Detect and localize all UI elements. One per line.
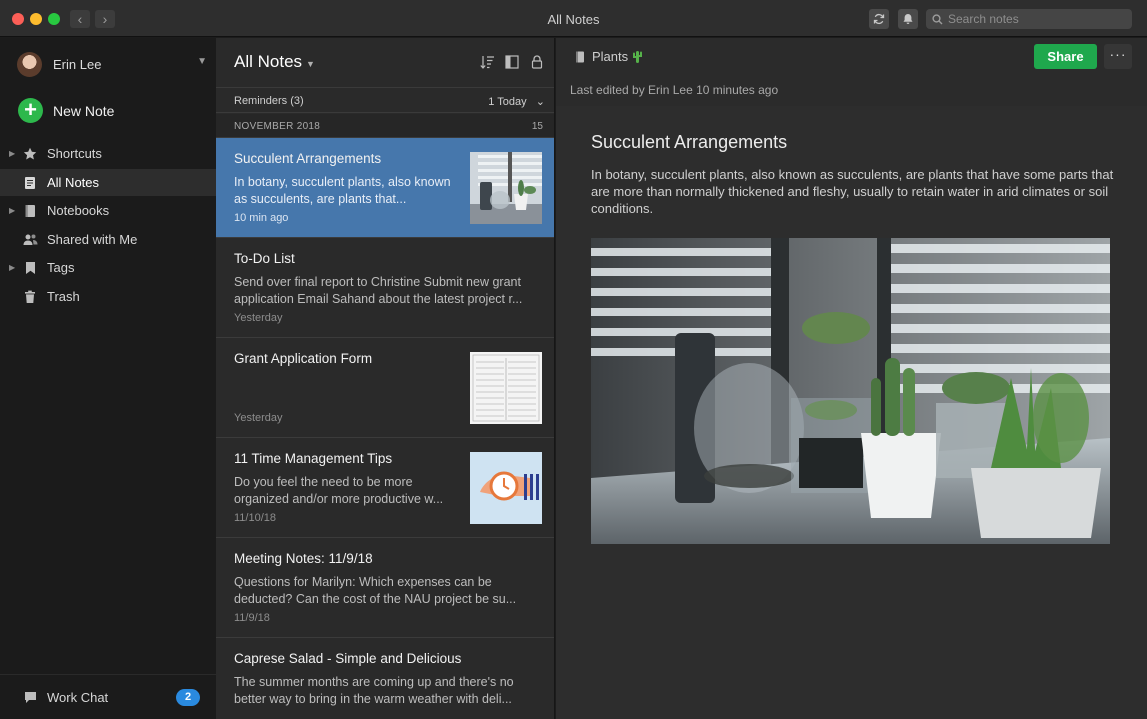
- note-date: 11/10/18: [234, 512, 277, 524]
- people-icon: [22, 232, 38, 248]
- note-title: Succulent Arrangements: [234, 151, 382, 166]
- note-editor: Plants Share ··· Last edited by Erin Lee…: [556, 38, 1147, 719]
- note-document[interactable]: Succulent Arrangements In botany, succul…: [556, 106, 1147, 719]
- bell-icon: [903, 14, 913, 24]
- avatar: [17, 51, 42, 77]
- account-switcher[interactable]: Erin Lee ▼: [17, 51, 207, 77]
- note-thumbnail: [470, 352, 542, 424]
- trash-icon: [22, 289, 38, 305]
- month-header: NOVEMBER 2018 15: [216, 114, 554, 138]
- sidebar-item-shared-with-me[interactable]: ▶ Shared with Me: [0, 226, 216, 253]
- sidebar-item-label: Tags: [47, 260, 75, 275]
- note-date: 11/9/18: [234, 612, 270, 624]
- note-card[interactable]: Caprese Salad - Simple and Delicious The…: [216, 638, 554, 719]
- lock-button[interactable]: [529, 54, 545, 70]
- note-list-header: All Notes ▼: [216, 38, 554, 88]
- note-list: All Notes ▼ Reminders (3) 1 Today ⌄ NOVEM…: [216, 38, 555, 719]
- sync-icon: [873, 13, 885, 25]
- work-chat-button[interactable]: Work Chat 2: [0, 674, 216, 719]
- sidebar-item-tags[interactable]: ▶ Tags: [0, 254, 216, 281]
- note-card[interactable]: 11 Time Management Tips Do you feel the …: [216, 438, 554, 538]
- note-list-title[interactable]: All Notes ▼: [234, 52, 315, 72]
- work-chat-label: Work Chat: [47, 689, 109, 705]
- sidebar-item-shortcuts[interactable]: ▶ Shortcuts: [0, 140, 216, 167]
- note-title: 11 Time Management Tips: [234, 451, 393, 466]
- note-title: Meeting Notes: 11/9/18: [234, 551, 373, 566]
- note-doc-body[interactable]: In botany, succulent plants, also known …: [591, 166, 1116, 217]
- succulents-photo[interactable]: [591, 238, 1110, 544]
- more-options-button[interactable]: ···: [1104, 44, 1132, 69]
- star-icon: [22, 146, 38, 162]
- caret-right-icon[interactable]: ▶: [9, 206, 19, 215]
- note-card[interactable]: Grant Application Form Yesterday: [216, 338, 554, 438]
- reminders-bar[interactable]: Reminders (3) 1 Today ⌄: [216, 88, 554, 113]
- sort-icon: [479, 56, 494, 69]
- work-chat-badge: 2: [176, 689, 200, 706]
- sidebar-item-label: Trash: [47, 289, 80, 304]
- note-thumbnail: [470, 452, 542, 524]
- chevron-down-icon: ▼: [306, 59, 315, 69]
- view-options-button[interactable]: [504, 54, 520, 70]
- sidebar-item-all-notes[interactable]: ▶ All Notes: [0, 169, 216, 196]
- note-icon: [22, 175, 38, 191]
- note-snippet: Questions for Marilyn: Which expenses ca…: [234, 575, 517, 606]
- chat-icon: [22, 689, 38, 705]
- user-name: Erin Lee: [53, 56, 102, 72]
- reminders-today: 1 Today ⌄: [488, 96, 545, 108]
- new-note-button[interactable]: + New Note: [18, 98, 114, 123]
- sidebar: Erin Lee ▼ + New Note ▶ Shortcuts ▶ All …: [0, 38, 216, 719]
- title-bar: ‹ › All Notes: [0, 0, 1147, 37]
- note-title: Grant Application Form: [234, 351, 373, 366]
- note-card[interactable]: Meeting Notes: 11/9/18 Questions for Mar…: [216, 538, 554, 638]
- note-snippet: The summer months are coming up and ther…: [234, 675, 514, 706]
- notebook-icon: [22, 203, 38, 219]
- note-doc-title[interactable]: Succulent Arrangements: [591, 132, 787, 153]
- month-label: NOVEMBER 2018: [234, 121, 321, 132]
- note-card[interactable]: To-Do List Send over final report to Chr…: [216, 238, 554, 338]
- note-date: Yesterday: [234, 312, 283, 324]
- note-snippet: Send over final report to Christine Subm…: [234, 275, 523, 306]
- sidebar-item-label: All Notes: [47, 175, 100, 190]
- chevron-down-icon: ▼: [197, 56, 207, 67]
- layout-icon: [505, 55, 519, 69]
- note-snippet: In botany, succulent plants, also known …: [234, 175, 451, 206]
- note-snippet: [234, 374, 464, 408]
- cactus-icon: [633, 51, 643, 63]
- note-date: Yesterday: [234, 412, 283, 424]
- caret-right-icon[interactable]: ▶: [9, 263, 19, 272]
- note-card[interactable]: Succulent Arrangements In botany, succul…: [216, 138, 554, 238]
- notifications-button[interactable]: [898, 9, 918, 29]
- last-edited-info: Last edited by Erin Lee 10 minutes ago: [570, 83, 779, 97]
- plus-icon: +: [18, 98, 43, 123]
- note-thumbnail: [470, 152, 542, 224]
- sidebar-item-trash[interactable]: ▶ Trash: [0, 283, 216, 310]
- new-note-label: New Note: [53, 102, 115, 119]
- tag-icon: [22, 260, 38, 276]
- notebook-name: Plants: [592, 49, 629, 64]
- sync-button[interactable]: [869, 9, 889, 29]
- notebook-breadcrumb[interactable]: Plants: [575, 49, 643, 64]
- reminders-label: Reminders (3): [234, 95, 304, 107]
- more-icon: ···: [1109, 46, 1127, 62]
- notebook-icon: [576, 51, 584, 62]
- month-count: 15: [531, 121, 543, 132]
- sidebar-item-label: Shared with Me: [47, 232, 138, 247]
- sort-button[interactable]: [479, 54, 495, 70]
- search-input[interactable]: [948, 12, 1128, 26]
- share-button[interactable]: Share: [1034, 44, 1097, 69]
- search-box[interactable]: [926, 9, 1132, 29]
- lock-icon: [531, 55, 543, 69]
- caret-right-icon[interactable]: ▶: [9, 149, 19, 158]
- chevron-down-icon: ⌄: [535, 96, 545, 108]
- sidebar-item-label: Notebooks: [47, 203, 110, 218]
- note-snippet: Do you feel the need to be more organize…: [234, 475, 444, 506]
- search-icon: [932, 13, 943, 24]
- note-title: Caprese Salad - Simple and Delicious: [234, 651, 462, 666]
- sidebar-item-label: Shortcuts: [47, 146, 102, 161]
- note-date: 10 min ago: [234, 212, 289, 224]
- note-title: To-Do List: [234, 251, 295, 266]
- sidebar-item-notebooks[interactable]: ▶ Notebooks: [0, 197, 216, 224]
